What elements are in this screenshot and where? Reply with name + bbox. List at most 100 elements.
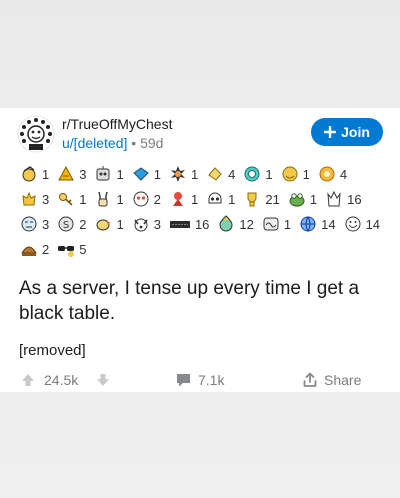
- award-item[interactable]: 1: [94, 214, 124, 234]
- gold-pyramid-icon: [57, 165, 75, 183]
- gold-trophy-icon: [243, 190, 261, 208]
- award-item[interactable]: S2: [57, 214, 86, 234]
- gold-flower-icon: [318, 165, 336, 183]
- award-count: 12: [239, 216, 254, 232]
- key-icon: [57, 190, 75, 208]
- frog-icon: [288, 190, 306, 208]
- join-label: Join: [341, 124, 370, 140]
- comment-count: 7.1k: [198, 372, 225, 388]
- salute-icon: [20, 165, 38, 183]
- raised-hands-icon: [325, 190, 343, 208]
- happy-face-icon: [344, 215, 362, 233]
- wave-face-icon: [262, 215, 280, 233]
- award-count: 1: [116, 166, 124, 182]
- award-item[interactable]: 3: [20, 214, 49, 234]
- award-item[interactable]: 1: [206, 189, 235, 209]
- starburst-icon: [169, 165, 187, 183]
- upvote-arrow-icon: [22, 374, 34, 386]
- award-item[interactable]: 5: [57, 239, 86, 259]
- award-item[interactable]: 3: [20, 189, 49, 209]
- award-count: 14: [321, 216, 336, 232]
- dark-banner-icon: [169, 215, 191, 233]
- award-count: 1: [116, 191, 124, 207]
- dog-icon: [132, 215, 150, 233]
- award-item[interactable]: 2: [20, 239, 49, 259]
- award-item[interactable]: 1: [94, 164, 124, 184]
- peace-hand-icon: [94, 190, 112, 208]
- join-button[interactable]: Join: [311, 118, 383, 146]
- award-count: 3: [153, 216, 161, 232]
- clapping-hands-icon: [20, 190, 38, 208]
- award-count: 1: [190, 191, 199, 207]
- post-body: [removed]: [19, 342, 86, 359]
- award-count: 14: [365, 216, 381, 232]
- award-item[interactable]: 1: [20, 164, 49, 184]
- awards-row: 1 3 1 1 1 4 1 1 4 3 1 1 2 1 1 21 1 16 3 S 2 1 3 16 12 1 14 14 2 5: [20, 164, 384, 259]
- award-item[interactable]: 16: [169, 214, 209, 234]
- s-coin-icon: S: [57, 215, 75, 233]
- heart-eyes-icon: [132, 190, 150, 208]
- yellow-bird-icon: [94, 215, 112, 233]
- award-count: 16: [194, 216, 210, 232]
- upvote-button[interactable]: [20, 372, 36, 388]
- svg-text:S: S: [63, 220, 69, 231]
- wholesome-hand-icon: [206, 165, 224, 183]
- blue-diamond-icon: [132, 165, 150, 183]
- award-count: 1: [42, 166, 50, 182]
- comment-bubble-icon: [177, 374, 190, 387]
- award-item[interactable]: 14: [299, 214, 336, 234]
- award-item[interactable]: 1: [169, 189, 198, 209]
- plus-icon: [324, 126, 337, 138]
- award-count: 4: [339, 166, 348, 182]
- award-count: 3: [42, 191, 50, 207]
- award-item[interactable]: 14: [344, 214, 380, 234]
- award-count: 1: [190, 166, 199, 182]
- award-item[interactable]: 3: [57, 164, 86, 184]
- award-item[interactable]: 4: [206, 164, 235, 184]
- vote-score: 24.5k: [44, 372, 79, 388]
- award-item[interactable]: 12: [217, 214, 254, 234]
- award-item[interactable]: 1: [57, 189, 86, 209]
- post-title[interactable]: As a server, I tense up every time I get…: [19, 276, 384, 326]
- pie-icon: [20, 240, 38, 258]
- award-item[interactable]: 21: [243, 189, 280, 209]
- share-icon: [303, 372, 317, 387]
- award-count: 3: [42, 216, 50, 232]
- award-item[interactable]: 2: [132, 189, 161, 209]
- award-count: 1: [265, 166, 273, 182]
- award-count: 21: [265, 191, 280, 207]
- subreddit-avatar[interactable]: [17, 115, 55, 153]
- award-count: 16: [347, 191, 362, 207]
- share-label: Share: [324, 372, 362, 388]
- award-count: 2: [153, 191, 161, 207]
- post-actions-bar: 24.5k 7.1k Share: [20, 372, 380, 392]
- subreddit-name[interactable]: r/TrueOffMyChest: [62, 116, 172, 132]
- award-item[interactable]: 4: [318, 164, 347, 184]
- award-item[interactable]: 1: [132, 164, 161, 184]
- downvote-button[interactable]: [95, 372, 111, 388]
- award-count: 2: [79, 216, 87, 232]
- robot-face-icon: [94, 165, 112, 183]
- award-item[interactable]: 1: [169, 164, 198, 184]
- award-item[interactable]: 1: [288, 189, 317, 209]
- post-age: 59d: [140, 135, 164, 151]
- author-link[interactable]: u/[deleted]: [62, 135, 127, 151]
- share-button[interactable]: Share: [302, 372, 361, 388]
- award-count: 3: [79, 166, 87, 182]
- award-item[interactable]: 1: [94, 189, 124, 209]
- award-count: 1: [302, 166, 310, 182]
- award-item[interactable]: 1: [243, 164, 273, 184]
- downvote-arrow-icon: [97, 374, 109, 386]
- skull-icon: [206, 190, 224, 208]
- award-item[interactable]: 3: [132, 214, 161, 234]
- sunglasses-icon: [57, 240, 75, 258]
- award-item[interactable]: 1: [281, 164, 310, 184]
- globe-icon: [299, 215, 317, 233]
- teal-coin-icon: [243, 165, 261, 183]
- comments-button[interactable]: 7.1k: [175, 372, 224, 388]
- award-item[interactable]: 1: [262, 214, 291, 234]
- award-count: 1: [116, 216, 124, 232]
- award-count: 1: [283, 216, 292, 232]
- eye-roll-face-icon: [20, 215, 38, 233]
- award-item[interactable]: 16: [325, 189, 362, 209]
